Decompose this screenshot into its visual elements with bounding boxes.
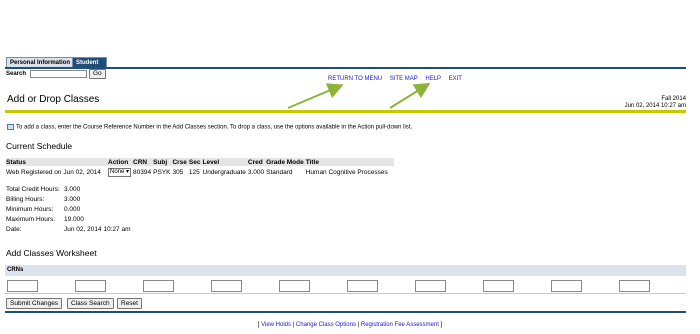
current-schedule-heading: Current Schedule	[6, 141, 73, 151]
crn-input-5[interactable]	[279, 280, 310, 292]
go-button[interactable]: Go	[89, 69, 106, 79]
registration-fee-assessment-link[interactable]: Registration Fee Assessment	[361, 322, 439, 328]
crn-input-7[interactable]	[415, 280, 446, 292]
col-crse: Crse	[172, 158, 189, 166]
cell-grade-mode: Standard	[266, 169, 293, 176]
hours-summary: Total Credit Hours: 3.000 Billing Hours: 3…	[6, 185, 131, 235]
arrow-to-return-menu	[287, 83, 344, 109]
cell-status: Web Registered on Jun 02, 2014	[6, 169, 101, 176]
footer-links: [ View Holds | Change Class Options | Re…	[257, 322, 443, 328]
cell-title: Human Cognitive Processes	[305, 169, 388, 176]
annotation-arrows	[287, 82, 431, 109]
col-crn: CRN	[133, 158, 154, 166]
info-row: To add a class, enter the Course Referen…	[7, 124, 412, 131]
arrow-to-help-exit	[389, 82, 431, 109]
search-input[interactable]	[30, 70, 87, 78]
schedule-table: Status Action CRN Subj Crse Sec Level Cr…	[6, 158, 394, 177]
submit-changes-button[interactable]: Submit Changes	[6, 298, 63, 309]
crns-header-bar	[5, 265, 686, 276]
tab-bar-underline	[5, 67, 686, 69]
worksheet-heading: Add Classes Worksheet	[6, 248, 97, 258]
page-title: Add or Drop Classes	[7, 94, 100, 105]
cell-subj: PSYK	[153, 169, 171, 176]
action-select-value: None	[110, 169, 125, 175]
col-grade-mode: Grade Mode	[266, 158, 306, 166]
search-label: Search	[6, 71, 27, 77]
minimum-hours: Minimum Hours: 0.000	[6, 206, 81, 213]
cell-level: Undergraduate	[202, 169, 246, 176]
crn-input-1[interactable]	[7, 280, 38, 292]
info-icon	[7, 124, 14, 130]
bottom-divider	[5, 311, 686, 313]
crn-input-8[interactable]	[483, 280, 514, 292]
col-action: Action	[108, 158, 134, 166]
date-row: Date: Jun 02, 2014 10:27 am	[6, 226, 131, 233]
col-subj: Subj	[153, 158, 173, 166]
col-status: Status	[6, 158, 108, 166]
reset-button[interactable]: Reset	[117, 298, 142, 309]
worksheet-divider	[5, 293, 686, 294]
table-row: Web Registered on Jun 02, 2014 None ▾ 80…	[6, 166, 394, 177]
crns-label: CRNs	[7, 267, 24, 273]
action-select[interactable]: None ▾	[108, 168, 132, 177]
col-cred: Cred	[247, 158, 267, 166]
term-label: Fall 2014	[661, 96, 686, 102]
crn-input-2[interactable]	[75, 280, 106, 292]
crn-input-10[interactable]	[619, 280, 650, 292]
class-search-button[interactable]: Class Search	[67, 298, 114, 309]
crn-input-6[interactable]	[347, 280, 378, 292]
crn-input-3[interactable]	[143, 280, 174, 292]
total-credit-hours: Total Credit Hours: 3.000	[6, 186, 81, 193]
crn-input-4[interactable]	[211, 280, 242, 292]
col-level: Level	[202, 158, 248, 166]
schedule-header-row: Status Action CRN Subj Crse Sec Level Cr…	[6, 158, 394, 166]
title-divider	[5, 110, 686, 113]
maximum-hours: Maximum Hours: 19.000	[6, 216, 84, 223]
change-class-options-link[interactable]: Change Class Options	[296, 322, 356, 328]
chevron-down-icon: ▾	[126, 169, 130, 175]
cell-sec: 125	[188, 169, 200, 176]
col-sec: Sec	[188, 158, 203, 166]
timestamp: Jun 02, 2014 10:27 am	[624, 103, 686, 109]
col-title: Title	[305, 158, 394, 166]
crn-input-9[interactable]	[551, 280, 582, 292]
info-text: To add a class, enter the Course Referen…	[16, 124, 413, 131]
cell-crse: 305	[172, 169, 184, 176]
exit-link[interactable]: EXIT	[449, 76, 462, 82]
billing-hours: Billing Hours: 3.000	[6, 196, 81, 203]
view-holds-link[interactable]: View Holds	[261, 322, 291, 328]
cell-cred: 3.000	[247, 169, 265, 176]
cell-crn: 80394	[133, 169, 152, 176]
